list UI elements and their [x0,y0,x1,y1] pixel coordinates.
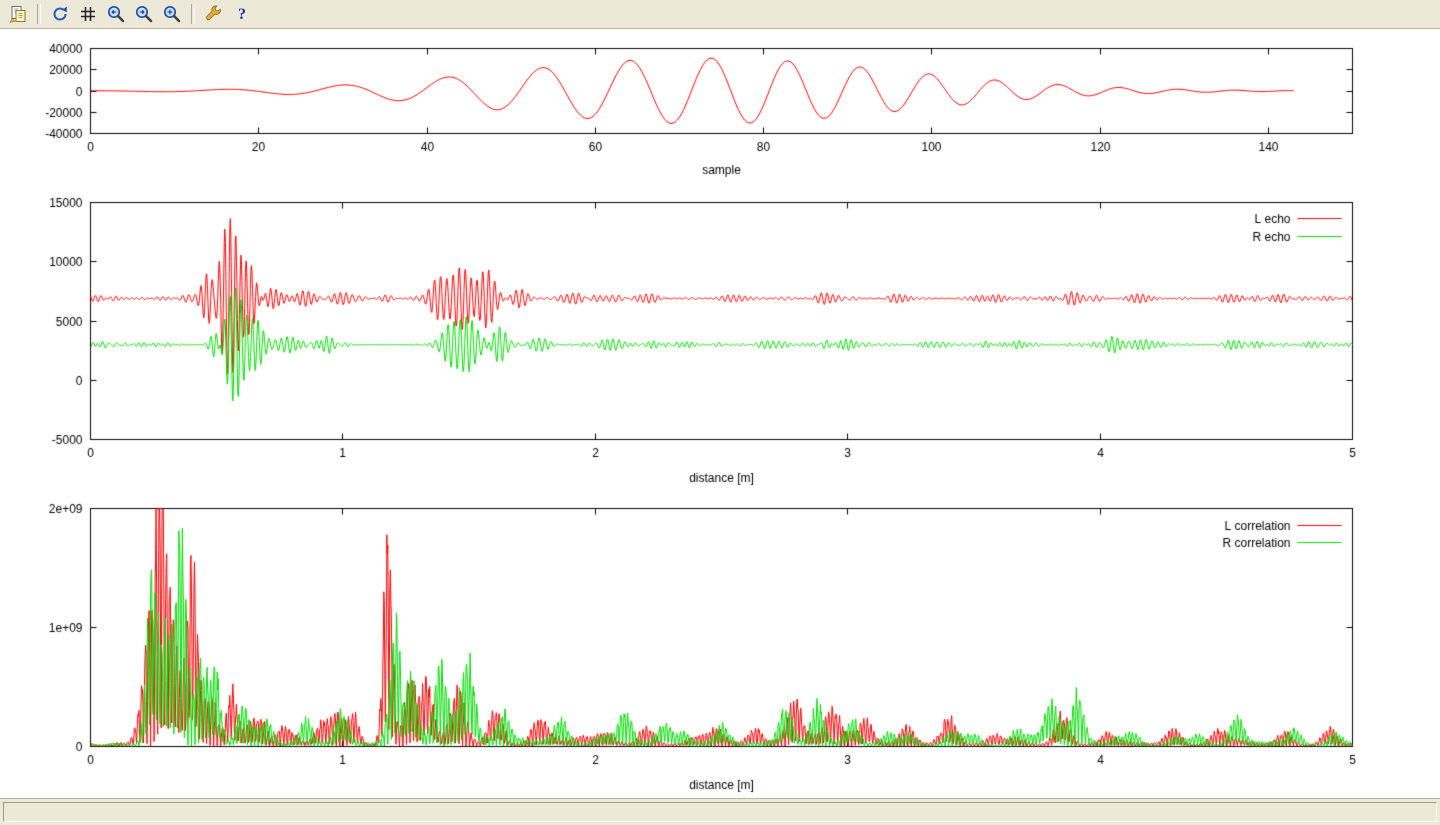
help-icon: ? [232,4,252,24]
gnuplot-window: ? [0,0,1440,825]
plot-area [0,30,1440,798]
replot-button[interactable] [47,2,73,26]
plots-canvas[interactable] [0,30,1440,798]
wrench-icon [204,4,224,24]
copy-to-clipboard-button[interactable] [5,2,31,26]
grid-icon [78,4,98,24]
zoom-previous-button[interactable] [103,2,129,26]
zoom-previous-icon [106,4,126,24]
zoom-next-icon [134,4,154,24]
autoscale-icon [162,4,182,24]
svg-text:?: ? [238,6,246,23]
autoscale-button[interactable] [159,2,185,26]
toolbar-separator [191,4,195,24]
toolbar: ? [0,0,1440,29]
status-bar [0,798,1440,825]
help-button[interactable]: ? [229,2,255,26]
toolbar-separator [37,4,41,24]
replot-icon [50,4,70,24]
status-field [3,802,1437,822]
copy-icon [8,4,28,24]
configure-button[interactable] [201,2,227,26]
toggle-grid-button[interactable] [75,2,101,26]
zoom-next-button[interactable] [131,2,157,26]
